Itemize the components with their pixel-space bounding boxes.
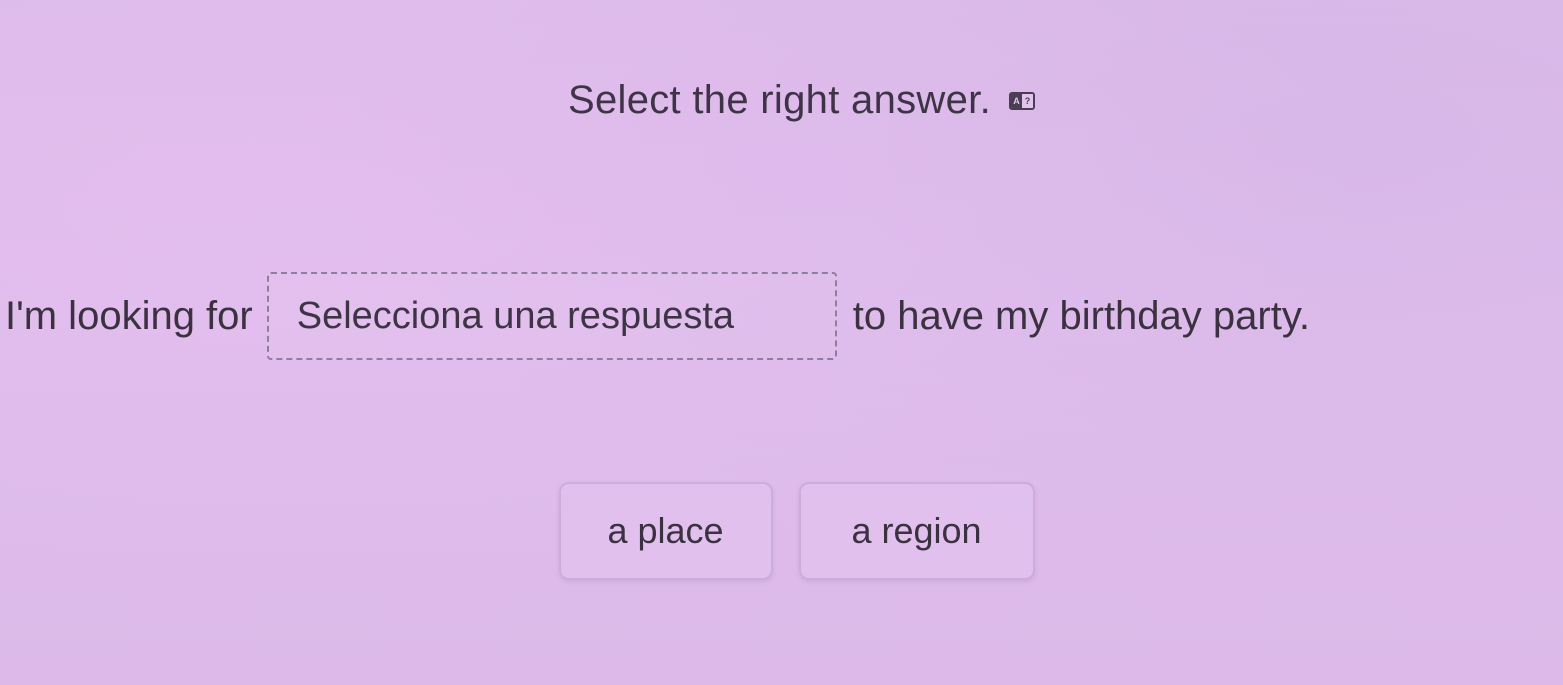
option-button-a-region[interactable]: a region — [798, 482, 1035, 580]
option-button-a-place[interactable]: a place — [558, 482, 773, 580]
option-label: a region — [851, 510, 982, 551]
translate-icon-left: A — [1010, 93, 1022, 108]
translate-icon-right: ? — [1021, 93, 1033, 108]
question-sentence: I'm looking for Selecciona una respuesta… — [0, 270, 1563, 362]
option-label: a place — [607, 510, 724, 551]
translate-icon[interactable]: A ? — [1008, 91, 1035, 110]
answer-placeholder: Selecciona una respuesta — [296, 294, 735, 337]
answer-dropdown[interactable]: Selecciona una respuesta — [266, 272, 837, 360]
instruction-row: Select the right answer. A ? — [0, 78, 1563, 123]
instruction-title: Select the right answer. — [568, 78, 991, 122]
sentence-suffix: to have my birthday party. — [852, 293, 1310, 338]
answer-options: a place a region — [0, 482, 1563, 580]
sentence-prefix: I'm looking for — [5, 293, 253, 338]
